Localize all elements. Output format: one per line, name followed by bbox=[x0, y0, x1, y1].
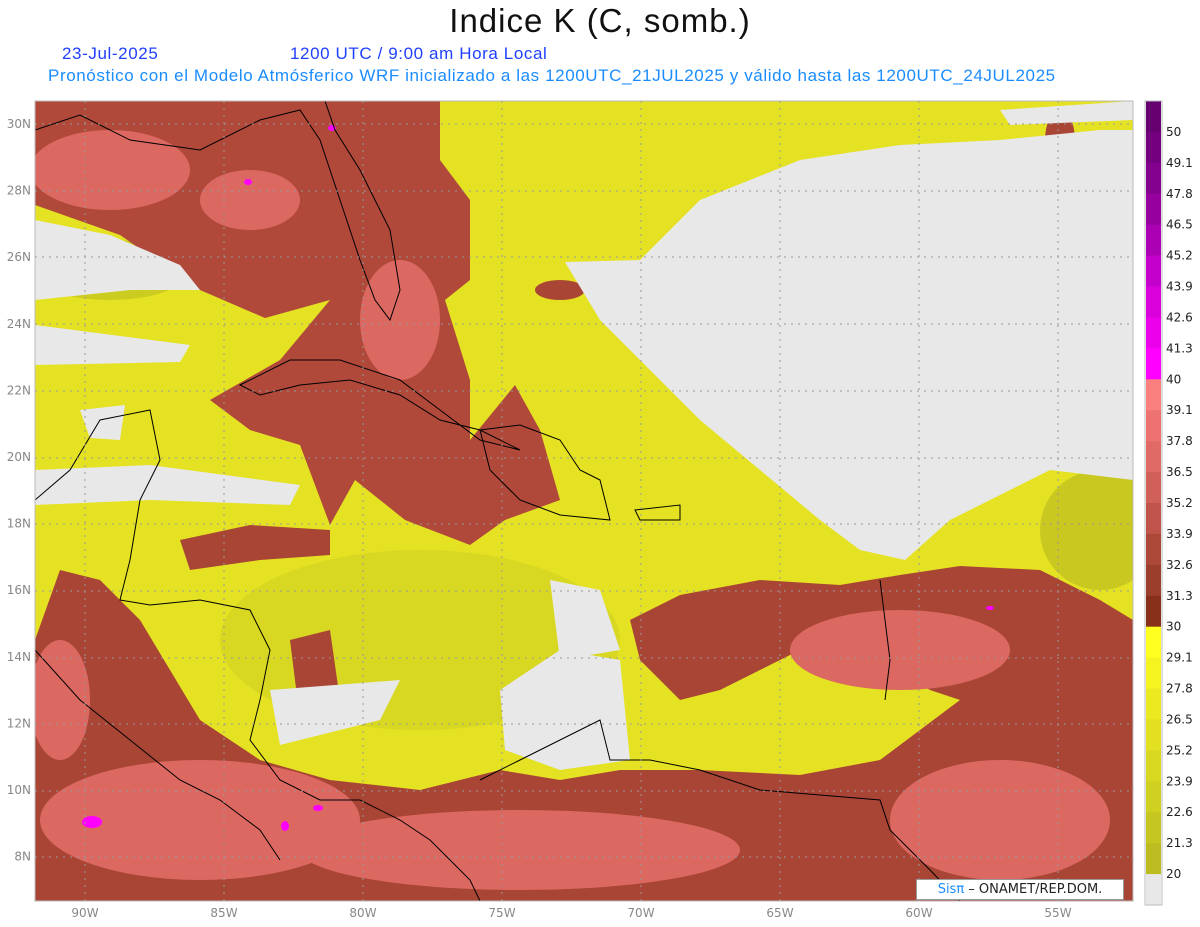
colorbar-label: 49.1 bbox=[1166, 156, 1193, 170]
colorbar-swatch bbox=[1146, 410, 1161, 442]
colorbar-swatch bbox=[1146, 379, 1161, 411]
latitude-label: 24N bbox=[7, 317, 31, 331]
colorbar-swatch bbox=[1146, 472, 1161, 504]
latitude-label: 16N bbox=[7, 583, 31, 597]
latitude-label: 28N bbox=[7, 184, 31, 198]
colorbar-label: 42.6 bbox=[1166, 310, 1193, 324]
longitude-label: 80W bbox=[349, 906, 376, 920]
colorbar-swatch bbox=[1146, 193, 1161, 226]
longitude-label: 85W bbox=[210, 906, 237, 920]
map-field bbox=[35, 101, 1133, 901]
colorbar-swatch bbox=[1146, 564, 1161, 597]
colorbar-swatch bbox=[1146, 317, 1161, 349]
colorbar-label: 36.5 bbox=[1166, 465, 1193, 479]
latitude-label: 10N bbox=[7, 783, 31, 797]
forecast-date: 23-Jul-2025 bbox=[62, 44, 159, 63]
colorbar-swatch bbox=[1146, 595, 1161, 628]
colorbar-swatch bbox=[1146, 286, 1161, 318]
colorbar-label: 35.2 bbox=[1166, 496, 1193, 510]
longitude-label: 65W bbox=[766, 906, 793, 920]
sispi-logo: Sisπ bbox=[937, 882, 965, 897]
colorbar-label: 39.1 bbox=[1166, 403, 1193, 417]
colorbar-label: 32.6 bbox=[1166, 558, 1193, 572]
longitude-label: 75W bbox=[488, 906, 515, 920]
latitude-labels: 30N 28N 26N 24N 22N 20N 18N 16N 14N 12N 10N 8N bbox=[7, 117, 31, 864]
colorbar-label: 26.5 bbox=[1166, 712, 1193, 726]
colorbar-swatch bbox=[1146, 626, 1161, 659]
colorbar-swatch bbox=[1146, 101, 1161, 133]
colorbar-label: 40 bbox=[1166, 372, 1181, 386]
colorbar-swatch bbox=[1146, 441, 1161, 473]
colorbar-swatch bbox=[1146, 688, 1161, 720]
latitude-label: 26N bbox=[7, 250, 31, 264]
credit-text: – ONAMET/REP.DOM. bbox=[964, 882, 1103, 897]
colorbar-swatch bbox=[1146, 162, 1161, 195]
colorbar-swatch bbox=[1146, 224, 1161, 257]
colorbar-swatch bbox=[1146, 812, 1161, 844]
colorbar-swatch bbox=[1146, 503, 1161, 535]
colorbar-label: 29.1 bbox=[1166, 651, 1193, 665]
colorbar-label: 47.8 bbox=[1166, 187, 1193, 201]
latitude-label: 12N bbox=[7, 716, 31, 730]
colorbar-label: 20 bbox=[1166, 867, 1181, 881]
colorbar: 50 49.1 47.8 46.5 45.2 43.9 42.6 41.3 40 39.1 37.8… bbox=[1144, 100, 1193, 906]
colorbar-label: 33.9 bbox=[1166, 527, 1193, 541]
colorbar-label: 22.6 bbox=[1166, 805, 1193, 819]
colorbar-swatch bbox=[1146, 874, 1161, 906]
colorbar-swatch bbox=[1146, 781, 1161, 813]
colorbar-label: 46.5 bbox=[1166, 218, 1193, 232]
colorbar-label: 37.8 bbox=[1166, 434, 1193, 448]
colorbar-swatch bbox=[1146, 719, 1161, 751]
colorbar-label: 25.2 bbox=[1166, 743, 1193, 757]
k-index-map: 90W 85W 80W 75W 70W 65W 60W 55W 30N 28N 26N 24N 22N… bbox=[7, 100, 1193, 920]
colorbar-label: 43.9 bbox=[1166, 280, 1193, 294]
colorbar-swatch bbox=[1146, 533, 1161, 566]
latitude-label: 20N bbox=[7, 450, 31, 464]
colorbar-label: 41.3 bbox=[1166, 341, 1193, 355]
latitude-label: 30N bbox=[7, 117, 31, 131]
colorbar-label: 27.8 bbox=[1166, 682, 1193, 696]
forecast-description: Pronóstico con el Modelo Atmósferico WRF… bbox=[48, 66, 1056, 85]
colorbar-swatch bbox=[1146, 657, 1161, 690]
longitude-label: 70W bbox=[627, 906, 654, 920]
forecast-time: 1200 UTC / 9:00 am Hora Local bbox=[290, 44, 548, 63]
longitude-label: 55W bbox=[1044, 906, 1071, 920]
longitude-label: 90W bbox=[71, 906, 98, 920]
latitude-label: 8N bbox=[14, 850, 31, 864]
colorbar-swatch bbox=[1146, 348, 1161, 380]
colorbar-label: 45.2 bbox=[1166, 249, 1193, 263]
credit-box: Sisπ – ONAMET/REP.DOM. bbox=[916, 879, 1124, 900]
latitude-label: 22N bbox=[7, 383, 31, 397]
colorbar-swatch bbox=[1146, 843, 1161, 875]
colorbar-label: 23.9 bbox=[1166, 774, 1193, 788]
latitude-label: 18N bbox=[7, 517, 31, 531]
colorbar-label: 21.3 bbox=[1166, 836, 1193, 850]
longitude-label: 60W bbox=[905, 906, 932, 920]
longitude-labels: 90W 85W 80W 75W 70W 65W 60W 55W bbox=[71, 906, 1071, 920]
colorbar-label: 31.3 bbox=[1166, 589, 1193, 603]
colorbar-label: 30 bbox=[1166, 620, 1181, 634]
latitude-label: 14N bbox=[7, 650, 31, 664]
colorbar-swatch bbox=[1146, 131, 1161, 164]
map-title: Indice K (C, somb.) bbox=[449, 2, 751, 39]
colorbar-swatch bbox=[1146, 750, 1161, 782]
colorbar-label: 50 bbox=[1166, 125, 1181, 139]
colorbar-swatch bbox=[1146, 255, 1161, 288]
